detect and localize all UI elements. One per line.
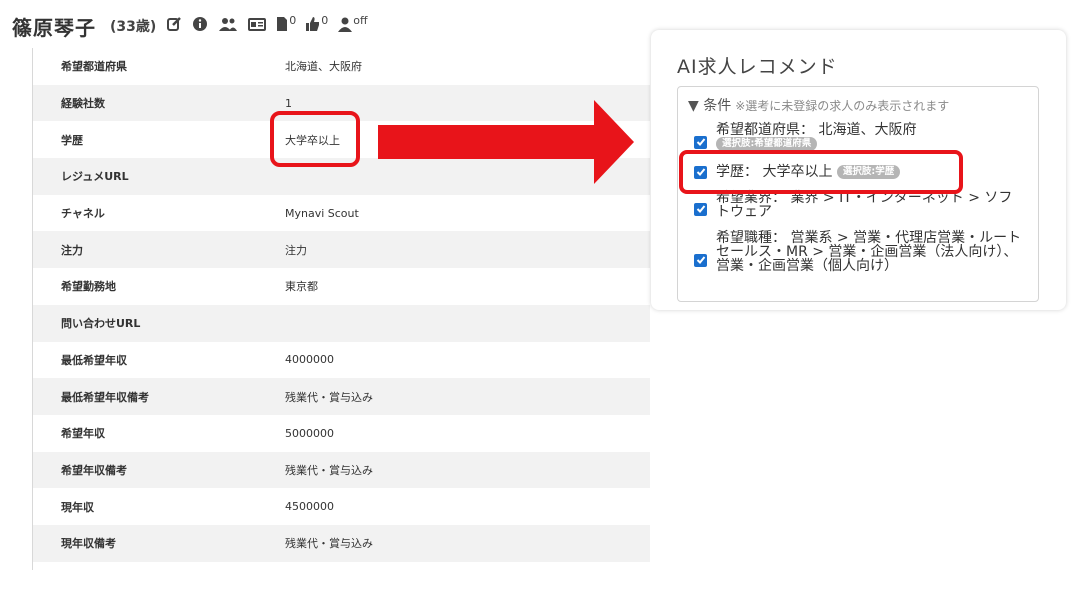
candidate-header: 篠原琴子 (33歳) 0 0 off [12,10,368,42]
condition-text: 希望職種： 営業系 > 営業・代理店営業・ルートセールス・MR > 営業・企画営… [716,230,1022,274]
thumbs-up-count: 0 [321,14,329,27]
edit-icon[interactable] [166,16,182,36]
row-value: 残業代・賞与込み [285,463,373,477]
arrow-icon [378,100,634,184]
table-row: 希望都道府県 北海道、大阪府 [33,48,650,85]
row-label: 希望年収 [61,427,105,441]
table-row: 希望年収備考 残業代・賞与込み [33,451,650,489]
row-value: 残業代・賞与込み [285,537,373,551]
table-row: 最低希望年収 4000000 [33,342,650,379]
table-row: 希望年収 5000000 [33,415,650,452]
table-row: 問い合わせURL [33,304,650,342]
row-label: 最低希望年収備考 [61,390,149,404]
table-row: チャネル Mynavi Scout [33,195,650,232]
person-status-icon[interactable]: off [338,14,368,36]
row-label: チャネル [61,207,105,221]
info-icon[interactable] [192,16,208,36]
row-value: 注力 [285,243,307,257]
id-card-icon[interactable] [248,16,267,36]
row-value: 1 [285,96,292,110]
condition-note: ※選考に未登録の求人のみ表示されます [735,99,950,113]
row-label: 問い合わせURL [61,317,141,331]
row-label: 経験社数 [61,97,105,111]
highlight-education-value [270,111,360,167]
table-row: 最低希望年収備考 残業代・賞与込み [33,378,650,415]
row-label: 希望勤務地 [61,280,116,294]
row-label: 希望年収備考 [61,463,127,477]
table-row: 現年収 4500000 [33,488,650,525]
condition-item-industry[interactable]: 希望業界： 業界 > IT・インターネット > ソフトウェア [694,191,1024,219]
table-row: 現年収備考 残業代・賞与込み [33,524,650,562]
row-value: 東京都 [285,280,318,294]
row-value: Mynavi Scout [285,206,359,220]
row-value: 4000000 [285,353,334,367]
condition-box: ▼ 条件 ※選考に未登録の求人のみ表示されます 希望都道府県： 北海道、大阪府 選… [677,86,1039,302]
row-label: 現年収 [61,500,94,514]
document-icon[interactable]: 0 [276,14,297,36]
row-label: 学歴 [61,133,83,147]
row-label: 希望都道府県 [61,60,127,74]
thumbs-up-icon[interactable]: 0 [306,14,329,36]
condition-item-occupation[interactable]: 希望職種： 営業系 > 営業・代理店営業・ルートセールス・MR > 営業・企画営… [694,231,1024,273]
person-status-text: off [353,14,368,27]
row-label: 最低希望年収 [61,353,127,367]
panel-title: AI求人レコメンド [677,56,838,78]
condition-item-prefecture[interactable]: 希望都道府県： 北海道、大阪府 選択肢:希望都道府県 [694,123,916,151]
row-label: 現年収備考 [61,537,116,551]
document-count: 0 [289,14,297,27]
condition-tag: 選択肢:希望都道府県 [716,137,818,151]
table-row: 希望勤務地 東京都 [33,268,650,305]
users-icon[interactable] [218,16,238,36]
condition-label: ▼ 条件 [688,98,732,114]
row-value: 5000000 [285,426,334,440]
row-label: レジュメURL [61,170,129,184]
condition-text: 希望都道府県： 北海道、大阪府 [716,122,917,138]
candidate-age: (33歳) [110,19,157,35]
highlight-education-condition [679,150,963,194]
condition-checkbox[interactable] [694,202,707,216]
condition-text: 希望業界： 業界 > IT・インターネット > ソフトウェア [716,190,1013,220]
condition-checkbox[interactable] [694,135,707,149]
row-label: 注力 [61,243,83,257]
row-value: 北海道、大阪府 [285,60,362,74]
condition-toggle[interactable]: ▼ 条件 ※選考に未登録の求人のみ表示されます [688,95,949,115]
row-value: 残業代・賞与込み [285,390,373,404]
candidate-name: 篠原琴子 [12,15,96,40]
row-value: 4500000 [285,500,334,514]
condition-checkbox[interactable] [694,253,707,267]
table-row: 注力 注力 [33,231,650,269]
